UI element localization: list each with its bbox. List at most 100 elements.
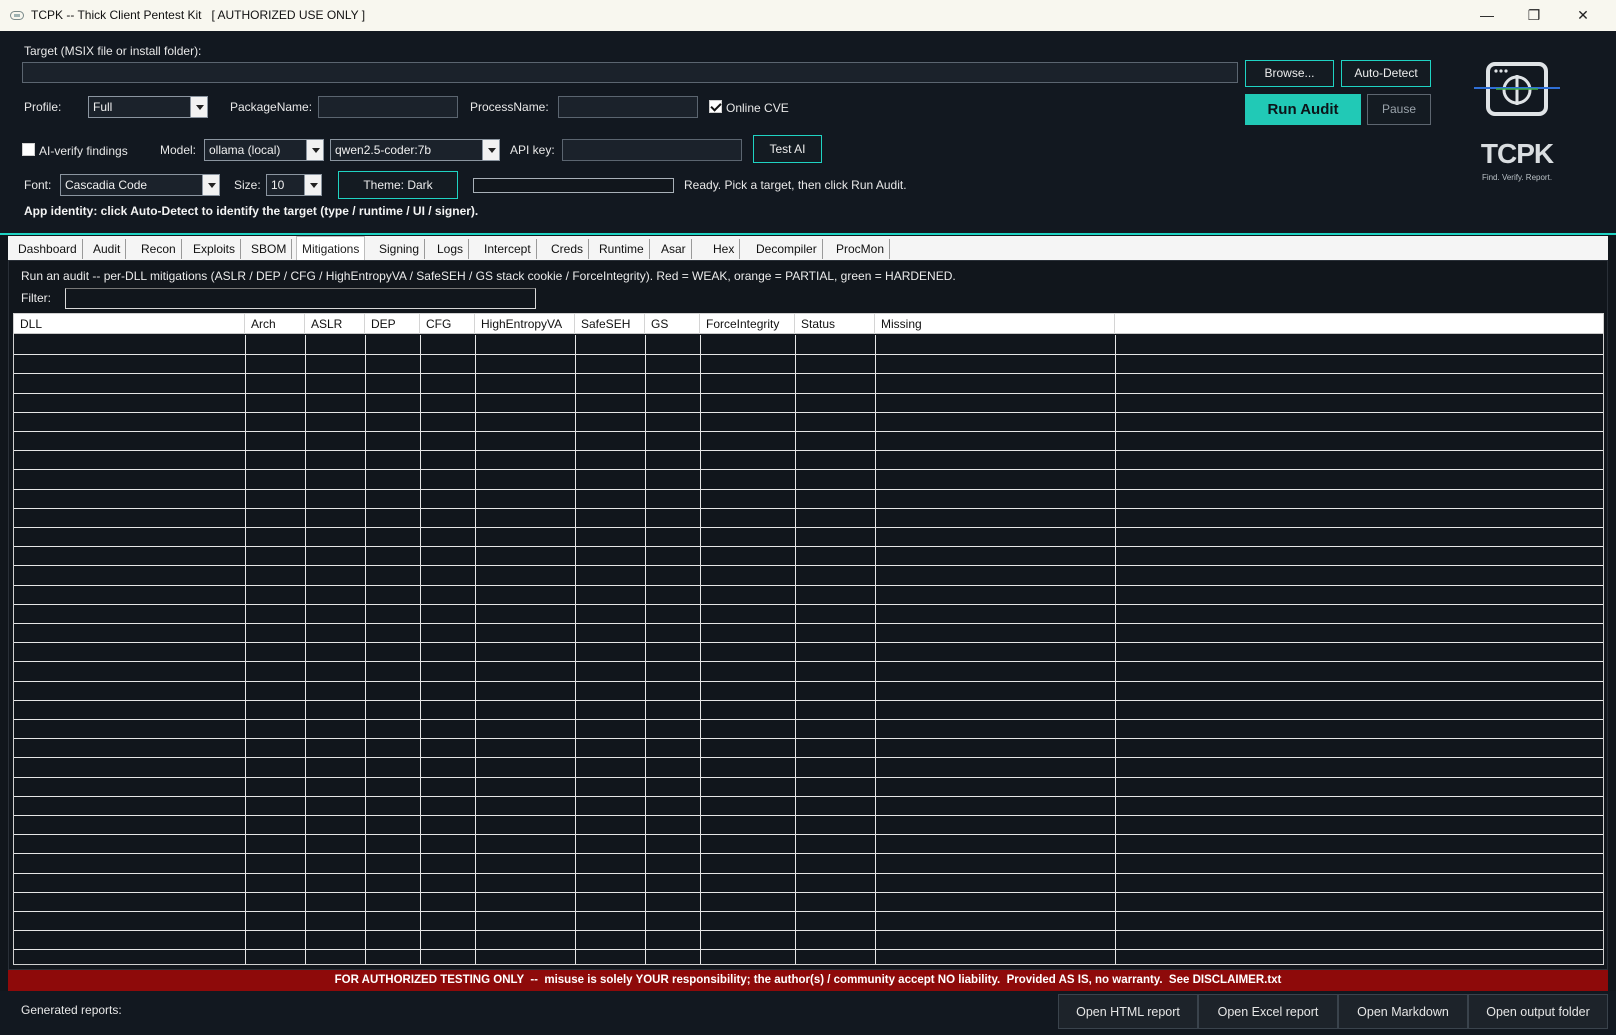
size-label: Size: (234, 178, 261, 192)
table-column-line (475, 335, 476, 964)
open-markdown-button[interactable]: Open Markdown (1338, 994, 1468, 1029)
table-column-line (1115, 335, 1116, 964)
tab-procmon[interactable]: ProcMon (831, 239, 891, 259)
tab-creds[interactable]: Creds (546, 239, 590, 259)
table-row-line (14, 853, 1603, 854)
table-column-line (365, 335, 366, 964)
model-provider-select[interactable]: ollama (local) (204, 139, 324, 161)
pause-button[interactable]: Pause (1367, 94, 1431, 125)
process-name-input[interactable] (558, 96, 698, 118)
table-row-line (14, 393, 1603, 394)
package-name-label: PackageName: (230, 100, 313, 114)
column-header-highentropyva[interactable]: HighEntropyVA (475, 314, 575, 334)
table-row-line (14, 777, 1603, 778)
table-row-line (14, 527, 1603, 528)
tab-intercept[interactable]: Intercept (479, 239, 537, 259)
model-name-select[interactable]: qwen2.5-coder:7b (330, 139, 500, 161)
ai-verify-checkbox[interactable] (22, 143, 35, 156)
chevron-down-icon (482, 140, 499, 160)
table-row-line (14, 681, 1603, 682)
table-row-line (14, 873, 1603, 874)
browse-button[interactable]: Browse... (1245, 60, 1334, 87)
target-label: Target (MSIX file or install folder): (24, 44, 202, 58)
table-header: DLL Arch ASLR DEP CFG HighEntropyVA Safe… (14, 314, 1603, 334)
column-header-status[interactable]: Status (795, 314, 875, 334)
table-column-line (420, 335, 421, 964)
filter-input[interactable] (65, 288, 536, 309)
tab-audit[interactable]: Audit (88, 239, 127, 259)
column-header-aslr[interactable]: ASLR (305, 314, 365, 334)
profile-value: Full (93, 100, 113, 114)
restore-button[interactable]: ❐ (1511, 0, 1557, 31)
model-provider-value: ollama (local) (209, 143, 281, 157)
model-label: Model: (160, 143, 197, 157)
tab-dashboard[interactable]: Dashboard (13, 239, 83, 259)
table-row-line (14, 815, 1603, 816)
table-row-line (14, 604, 1603, 605)
column-header-cfg[interactable]: CFG (420, 314, 475, 334)
size-select[interactable]: 10 (266, 174, 322, 196)
open-output-folder-button[interactable]: Open output folder (1468, 994, 1608, 1029)
tab-logs[interactable]: Logs (432, 239, 470, 259)
model-name-value: qwen2.5-coder:7b (335, 143, 432, 157)
run-audit-button[interactable]: Run Audit (1245, 94, 1361, 125)
table-column-line (875, 335, 876, 964)
test-ai-button[interactable]: Test AI (753, 135, 822, 163)
table-row-line (14, 354, 1603, 355)
minimize-button[interactable]: — (1464, 0, 1510, 31)
table-row-line (14, 469, 1603, 470)
table-row-line (14, 373, 1603, 374)
auto-detect-button[interactable]: Auto-Detect (1341, 60, 1431, 87)
table-row-line (14, 930, 1603, 931)
table-row-line (14, 757, 1603, 758)
chevron-down-icon (304, 175, 321, 195)
chevron-down-icon (202, 175, 219, 195)
tab-decompiler[interactable]: Decompiler (751, 239, 823, 259)
progress-bar (473, 178, 674, 193)
column-header-dll[interactable]: DLL (14, 314, 245, 334)
table-body (14, 335, 1603, 964)
target-input[interactable] (22, 62, 1238, 83)
tab-mitigations[interactable]: Mitigations (296, 236, 366, 260)
font-select[interactable]: Cascadia Code (60, 174, 220, 196)
profile-select[interactable]: Full (88, 96, 208, 118)
column-header-arch[interactable]: Arch (245, 314, 305, 334)
tab-hex[interactable]: Hex (708, 239, 741, 259)
tab-sbom[interactable]: SBOM (246, 239, 293, 259)
theme-button[interactable]: Theme: Dark (338, 171, 458, 199)
column-header-forceintegrity[interactable]: ForceIntegrity (700, 314, 795, 334)
online-cve-checkbox[interactable] (709, 100, 722, 113)
table-row-line (14, 585, 1603, 586)
tab-runtime[interactable]: Runtime (594, 239, 650, 259)
mitigations-table[interactable]: DLL Arch ASLR DEP CFG HighEntropyVA Safe… (13, 313, 1604, 965)
tab-signing[interactable]: Signing (374, 239, 426, 259)
app-identity-text: App identity: click Auto-Detect to ident… (24, 204, 479, 218)
column-header-missing[interactable]: Missing (875, 314, 1115, 334)
font-label: Font: (24, 178, 52, 192)
column-header-safeseh[interactable]: SafeSEH (575, 314, 645, 334)
title-bar: TCPK -- Thick Client Pentest Kit [ AUTHO… (0, 0, 1616, 31)
online-cve-label: Online CVE (726, 101, 789, 115)
table-row-line (14, 489, 1603, 490)
header-panel: Target (MSIX file or install folder): Br… (0, 31, 1616, 235)
tab-asar[interactable]: Asar (656, 239, 692, 259)
open-html-report-button[interactable]: Open HTML report (1058, 994, 1198, 1029)
table-row-line (14, 738, 1603, 739)
column-header-gs[interactable]: GS (645, 314, 700, 334)
column-header-dep[interactable]: DEP (365, 314, 420, 334)
table-row-line (14, 546, 1603, 547)
tcpk-logo: TCPK Find. Verify. Report. (1474, 58, 1560, 186)
tab-exploits[interactable]: Exploits (188, 239, 242, 259)
tab-recon[interactable]: Recon (136, 239, 182, 259)
footer-bar: Generated reports: Open HTML report Open… (0, 991, 1616, 1035)
api-key-input[interactable] (562, 139, 742, 161)
table-row-line (14, 642, 1603, 643)
package-name-input[interactable] (318, 96, 458, 118)
open-excel-report-button[interactable]: Open Excel report (1198, 994, 1338, 1029)
app-icon (10, 11, 24, 20)
api-key-label: API key: (510, 143, 555, 157)
table-row-line (14, 796, 1603, 797)
table-row-line (14, 719, 1603, 720)
font-value: Cascadia Code (65, 178, 148, 192)
close-button[interactable]: ✕ (1560, 0, 1606, 31)
